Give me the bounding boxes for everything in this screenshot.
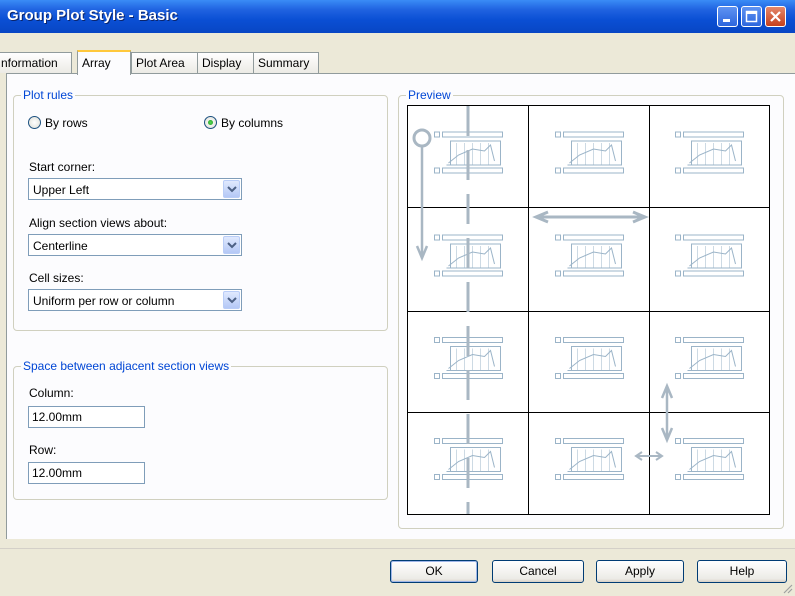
apply-button[interactable]: Apply	[596, 560, 684, 583]
minimize-icon	[723, 19, 730, 22]
close-button[interactable]	[765, 6, 786, 27]
maximize-button[interactable]	[741, 6, 762, 27]
tab-strip: nformation Array Plot Area Display Summa…	[0, 50, 795, 75]
column-label: Column:	[29, 386, 74, 400]
ok-button[interactable]: OK	[390, 560, 478, 583]
plot-rules-legend: Plot rules	[21, 88, 76, 102]
column-spacing-field[interactable]	[28, 406, 145, 428]
align-value: Centerline	[33, 239, 88, 253]
row-spacing-field[interactable]	[28, 462, 145, 484]
align-label: Align section views about:	[29, 216, 168, 230]
cancel-button[interactable]: Cancel	[492, 560, 584, 583]
column-spacing-arrow	[532, 210, 649, 224]
by-columns-label[interactable]: By columns	[221, 116, 283, 130]
section-view-thumbnail	[555, 234, 624, 277]
chevron-down-icon	[227, 242, 237, 249]
chevron-down-icon	[227, 297, 237, 304]
start-corner-indicator	[412, 128, 432, 148]
chevron-down-icon	[227, 186, 237, 193]
section-view-thumbnail	[675, 337, 744, 379]
section-view-thumbnail	[675, 438, 744, 480]
tab-information[interactable]: nformation	[0, 52, 72, 73]
maximize-icon	[745, 10, 758, 23]
separator	[0, 548, 795, 549]
title-bar[interactable]: Group Plot Style - Basic	[0, 0, 795, 33]
column-spacing-input[interactable]	[32, 410, 132, 424]
cell-sizes-value: Uniform per row or column	[33, 294, 175, 308]
dropdown-arrow-button[interactable]	[223, 180, 240, 198]
cell-sizes-label: Cell sizes:	[29, 271, 84, 285]
close-icon	[770, 11, 781, 22]
start-corner-select[interactable]: Upper Left	[28, 178, 242, 200]
by-columns-radio[interactable]	[204, 116, 217, 129]
start-corner-label: Start corner:	[29, 160, 96, 174]
section-view-thumbnail	[555, 438, 624, 480]
section-view-thumbnail	[675, 131, 744, 174]
window-title: Group Plot Style - Basic	[7, 7, 178, 24]
row-label: Row:	[29, 443, 57, 457]
spacing-legend: Space between adjacent section views	[21, 359, 232, 373]
align-select[interactable]: Centerline	[28, 234, 242, 256]
by-rows-label[interactable]: By rows	[45, 116, 88, 130]
tab-array[interactable]: Array	[77, 50, 131, 75]
direction-arrow	[415, 146, 429, 262]
help-button[interactable]: Help	[697, 560, 787, 583]
tab-display[interactable]: Display	[197, 52, 254, 73]
section-view-thumbnail	[555, 337, 624, 379]
minimize-button[interactable]	[717, 6, 738, 27]
cell-sizes-select[interactable]: Uniform per row or column	[28, 289, 242, 311]
radio-selected-dot	[208, 120, 213, 125]
start-corner-value: Upper Left	[33, 183, 90, 197]
row-spacing-arrow	[660, 382, 674, 444]
preview-grid	[407, 105, 770, 515]
by-rows-radio[interactable]	[28, 116, 41, 129]
resize-grip-icon[interactable]	[781, 582, 793, 594]
section-view-thumbnail	[555, 131, 624, 174]
dropdown-arrow-button[interactable]	[223, 291, 240, 309]
tab-plot-area[interactable]: Plot Area	[131, 52, 198, 73]
row-spacing-input[interactable]	[32, 466, 132, 480]
section-view-thumbnail	[675, 234, 744, 277]
gap-arrow	[634, 451, 664, 461]
preview-legend: Preview	[406, 88, 453, 102]
preview-drawing	[412, 106, 744, 514]
tab-summary[interactable]: Summary	[253, 52, 319, 73]
dropdown-arrow-button[interactable]	[223, 236, 240, 254]
